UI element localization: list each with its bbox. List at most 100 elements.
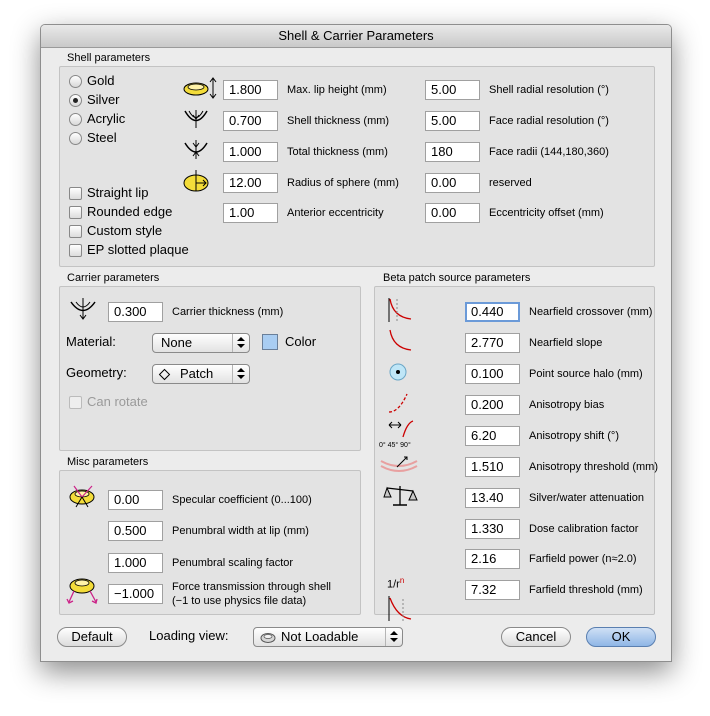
material-radio-silver[interactable]	[69, 94, 82, 107]
anisotropy-threshold-input[interactable]: 1.510	[465, 457, 520, 477]
default-button[interactable]: Default	[57, 627, 127, 647]
ok-button[interactable]: OK	[586, 627, 656, 647]
anterior-eccentricity-label: Anterior eccentricity	[287, 207, 384, 219]
geometry-label: Geometry:	[66, 365, 127, 380]
anisotropy-bias-input[interactable]: 0.200	[465, 395, 520, 415]
shell-radial-resolution-input[interactable]: 5.00	[425, 80, 480, 100]
cancel-button[interactable]: Cancel	[501, 627, 571, 647]
penumbral-width-label: Penumbral width at lip (mm)	[172, 525, 309, 537]
sphere-radius-label: Radius of sphere (mm)	[287, 177, 399, 189]
popup-arrows-icon	[232, 334, 249, 352]
color-swatch[interactable]	[262, 334, 278, 350]
nearfield-slope-label: Nearfield slope	[529, 337, 603, 349]
material-label-gold: Gold	[87, 73, 115, 88]
shell-carrier-dialog: Shell & Carrier Parameters Shell paramet…	[40, 24, 672, 662]
max-lip-height-label: Max. lip height (mm)	[287, 84, 387, 96]
specular-coefficient-input[interactable]: 0.00	[108, 490, 163, 510]
shell-thickness-input[interactable]: 0.700	[223, 111, 278, 131]
geometry-popup[interactable]: Patch	[152, 364, 250, 384]
farfield-power-input[interactable]: 2.16	[465, 549, 520, 569]
attenuation-balance-icon	[383, 486, 418, 506]
force-transmission-icon	[66, 578, 98, 604]
point-source-halo-input[interactable]: 0.100	[465, 364, 520, 384]
farfield-power-icon-sup: n	[399, 576, 405, 585]
ep-slotted-plaque-label: EP slotted plaque	[87, 242, 189, 257]
anterior-eccentricity-input[interactable]: 1.00	[223, 203, 278, 223]
anisotropy-bias-label: Anisotropy bias	[529, 399, 605, 411]
misc-group-title: Misc parameters	[67, 456, 149, 468]
ep-slotted-plaque-checkbox[interactable]	[69, 244, 82, 257]
nearfield-crossover-input[interactable]: 0.440	[465, 302, 520, 322]
anisotropy-shift-label: Anisotropy shift (°)	[529, 430, 619, 442]
material-radio-steel[interactable]	[69, 132, 82, 145]
carrier-thickness-label: Carrier thickness (mm)	[172, 306, 284, 318]
penumbral-scaling-input[interactable]: 1.000	[108, 553, 163, 573]
force-transmission-sublabel: (−1 to use physics file data)	[172, 595, 307, 607]
material-radio-gold[interactable]	[69, 75, 82, 88]
material-label-acrylic: Acrylic	[87, 111, 126, 126]
dose-calibration-input[interactable]: 1.330	[465, 519, 520, 539]
total-thickness-label: Total thickness (mm)	[287, 146, 388, 158]
lip-height-icon	[183, 77, 217, 99]
anisotropy-threshold-icon	[380, 456, 418, 472]
patch-shape-icon	[158, 368, 171, 381]
reserved-label: reserved	[489, 177, 532, 189]
farfield-power-label: Farfield power (n≈2.0)	[529, 553, 637, 565]
sphere-radius-input[interactable]: 12.00	[223, 173, 278, 193]
max-lip-height-input[interactable]: 1.800	[223, 80, 278, 100]
total-thickness-input[interactable]: 1.000	[223, 142, 278, 162]
nearfield-crossover-icon	[388, 298, 412, 322]
can-rotate-checkbox[interactable]	[69, 396, 82, 409]
face-radii-input[interactable]: 180	[425, 142, 480, 162]
carrier-group-title: Carrier parameters	[67, 272, 160, 284]
shell-thickness-icon	[184, 110, 208, 128]
nearfield-slope-input[interactable]: 2.770	[465, 333, 520, 353]
popup-arrows-icon	[232, 365, 249, 383]
beta-group-title: Beta patch source parameters	[383, 272, 531, 284]
straight-lip-label: Straight lip	[87, 185, 149, 200]
not-loadable-icon	[260, 633, 276, 643]
geometry-popup-value: Patch	[180, 366, 214, 381]
specular-coefficient-label: Specular coefficient (0...100)	[172, 494, 312, 506]
popup-arrows-icon	[385, 628, 402, 646]
specular-icon	[69, 485, 95, 508]
anisotropy-shift-input[interactable]: 6.20	[465, 426, 520, 446]
force-transmission-input[interactable]: −1.000	[108, 584, 163, 604]
material-label-silver: Silver	[87, 92, 120, 107]
material-label: Material:	[66, 334, 116, 349]
color-label: Color	[285, 334, 317, 349]
misc-parameters-group: 0.00 Specular coefficient (0...100) 0.50…	[59, 470, 361, 615]
eccentricity-offset-input[interactable]: 0.00	[425, 203, 480, 223]
farfield-power-icon-text: 1/r	[387, 578, 400, 591]
carrier-parameters-group: 0.300 Carrier thickness (mm) Material: N…	[59, 286, 361, 451]
shell-thickness-label: Shell thickness (mm)	[287, 115, 390, 127]
face-radii-label: Face radii (144,180,360)	[489, 146, 609, 158]
nearfield-slope-icon	[389, 329, 412, 351]
rounded-edge-label: Rounded edge	[87, 204, 173, 219]
rounded-edge-checkbox[interactable]	[69, 206, 82, 219]
reserved-input[interactable]: 0.00	[425, 173, 480, 193]
loading-view-value: Not Loadable	[281, 629, 359, 644]
anisotropy-threshold-label: Anisotropy threshold (mm)	[529, 461, 658, 473]
shell-radial-resolution-label: Shell radial resolution (°)	[489, 84, 609, 96]
farfield-threshold-icon	[388, 596, 412, 621]
face-radial-resolution-label: Face radial resolution (°)	[489, 115, 609, 127]
point-source-halo-icon	[389, 363, 407, 381]
straight-lip-checkbox[interactable]	[69, 187, 82, 200]
material-popup[interactable]: None	[152, 333, 250, 353]
farfield-threshold-label: Farfield threshold (mm)	[529, 584, 643, 596]
dose-calibration-label: Dose calibration factor	[529, 523, 639, 535]
farfield-threshold-input[interactable]: 7.32	[465, 580, 520, 600]
face-radial-resolution-input[interactable]: 5.00	[425, 111, 480, 131]
custom-style-label: Custom style	[87, 223, 163, 238]
carrier-thickness-input[interactable]: 0.300	[108, 302, 163, 322]
penumbral-width-input[interactable]: 0.500	[108, 521, 163, 541]
material-label-steel: Steel	[87, 130, 117, 145]
material-radio-acrylic[interactable]	[69, 113, 82, 126]
silver-water-attenuation-input[interactable]: 13.40	[465, 488, 520, 508]
custom-style-checkbox[interactable]	[69, 225, 82, 238]
loading-view-label: Loading view:	[149, 628, 229, 643]
loading-view-popup[interactable]: Not Loadable	[253, 627, 403, 647]
farfield-power-icon: 1/rn	[387, 576, 404, 591]
penumbral-scaling-label: Penumbral scaling factor	[172, 557, 294, 569]
